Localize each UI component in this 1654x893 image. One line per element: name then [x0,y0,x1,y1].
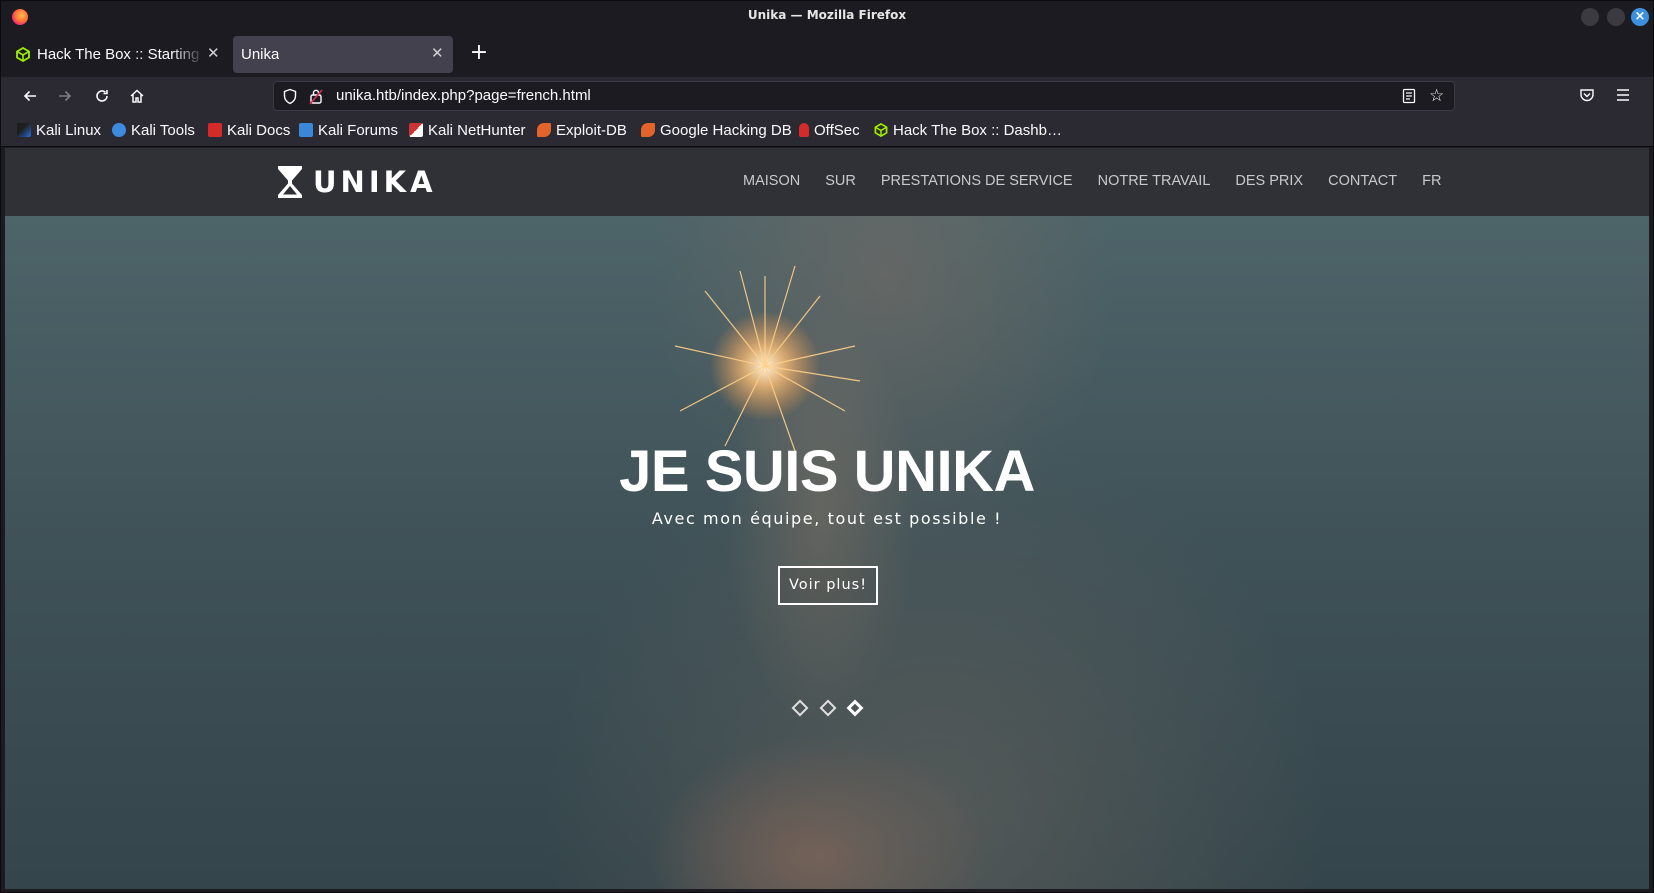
site-header: UNIKA MAISON SUR PRESTATIONS DE SERVICE … [5,148,1649,216]
slider-pagination [791,699,882,719]
firefox-window: Unika — Mozilla Firefox × Hack The Box :… [0,0,1654,893]
hero-subtitle: Avec mon équipe, tout est possible ! [651,509,1003,528]
nav-maison[interactable]: MAISON [743,173,800,189]
logo-text: UNIKA [313,165,437,199]
close-tab-icon[interactable]: ✕ [431,44,444,62]
reload-icon [96,90,108,102]
nav-des-prix[interactable]: DES PRIX [1235,173,1303,189]
bookmark-exploit-db[interactable]: Exploit-DB [537,122,627,142]
hero-section: JE SUIS UNIKA Avec mon équipe, tout est … [5,216,1649,889]
htb-cube-icon [16,47,30,62]
minimize-button[interactable] [1581,8,1599,26]
tab-hack-the-box[interactable]: Hack The Box :: Starting Point ✕ [7,36,225,73]
slide-dot-1[interactable] [791,699,809,717]
site-nav: MAISON SUR PRESTATIONS DE SERVICE NOTRE … [743,173,1466,189]
hourglass-logo-icon [278,166,302,198]
back-button[interactable] [18,84,42,108]
bookmark-label: Google Hacking DB [660,122,792,139]
bookmark-kali-nethunter[interactable]: Kali NetHunter [409,122,526,142]
bookmark-kali-linux[interactable]: Kali Linux [17,122,101,142]
url-bar[interactable]: unika.htb/index.php?page=french.html ☆ [273,81,1455,111]
bookmark-kali-forums[interactable]: Kali Forums [299,122,398,142]
close-tab-icon[interactable]: ✕ [207,44,220,62]
nethunter-icon [409,123,423,137]
reload-button[interactable] [90,84,114,108]
bookmark-hack-the-box-dashboard[interactable]: Hack The Box :: Dashb… [874,122,1062,142]
insecure-lock-icon[interactable] [309,88,323,105]
kali-forums-icon [299,123,313,137]
nav-notre-travail[interactable]: NOTRE TRAVAIL [1098,173,1211,189]
kali-dragon-icon [17,123,31,137]
voir-plus-button[interactable]: Voir plus! [778,566,878,605]
hamburger-menu-icon[interactable] [1615,88,1631,102]
kali-tools-icon [112,123,126,137]
nav-sur[interactable]: SUR [825,173,856,189]
exploitdb-icon [537,123,551,137]
nav-prestations[interactable]: PRESTATIONS DE SERVICE [881,173,1073,189]
tab-strip: Hack The Box :: Starting Point ✕ Unika ✕… [1,33,1653,77]
bookmarks-toolbar: Kali Linux Kali Tools Kali Docs Kali For… [1,115,1653,147]
bookmark-label: Kali Docs [227,122,291,139]
nav-contact[interactable]: CONTACT [1328,173,1397,189]
bookmark-label: Exploit-DB [556,122,627,139]
bookmark-kali-tools[interactable]: Kali Tools [112,122,195,142]
window-title: Unika — Mozilla Firefox [747,8,907,22]
new-tab-button[interactable]: + [466,40,492,66]
home-icon [130,89,144,103]
bookmark-label: Kali Linux [36,122,102,139]
home-button[interactable] [125,84,149,108]
bookmark-google-hacking-db[interactable]: Google Hacking DB [641,122,792,142]
bookmark-offsec[interactable]: OffSec [799,122,860,142]
nav-language-fr[interactable]: FR [1422,173,1441,189]
forward-arrow-icon [59,90,72,102]
reader-view-icon[interactable] [1402,88,1416,104]
bookmark-kali-docs[interactable]: Kali Docs [208,122,290,142]
offsec-icon [799,123,809,137]
maximize-button[interactable] [1607,8,1625,26]
bookmark-label: Kali Forums [318,122,399,139]
bookmark-label: Hack The Box :: Dashb… [893,122,1062,139]
url-text[interactable]: unika.htb/index.php?page=french.html [336,87,591,104]
hero-title: JE SUIS UNIKA [619,439,1035,504]
navigation-toolbar: unika.htb/index.php?page=french.html ☆ [1,77,1653,115]
title-bar: Unika — Mozilla Firefox × [1,1,1653,33]
tracking-protection-shield-icon[interactable] [282,88,298,105]
kali-docs-icon [208,123,222,137]
ghdb-icon [641,123,655,137]
back-arrow-icon [23,90,36,102]
close-window-button[interactable]: × [1631,8,1649,26]
forward-button[interactable] [53,84,77,108]
tab-unika[interactable]: Unika ✕ [233,36,453,73]
pocket-icon[interactable] [1579,87,1595,103]
slide-dot-2[interactable] [819,699,837,717]
tab-label: Hack The Box :: Starting Point [37,46,205,63]
htb-cube-icon [874,123,888,137]
bookmark-label: Kali NetHunter [428,122,526,139]
tab-label: Unika [241,46,280,63]
slide-dot-3[interactable] [846,699,864,717]
bookmark-star-icon[interactable]: ☆ [1429,87,1444,105]
bookmark-label: Kali Tools [131,122,195,139]
page-viewport: UNIKA MAISON SUR PRESTATIONS DE SERVICE … [5,148,1649,889]
bookmark-label: OffSec [814,122,860,139]
